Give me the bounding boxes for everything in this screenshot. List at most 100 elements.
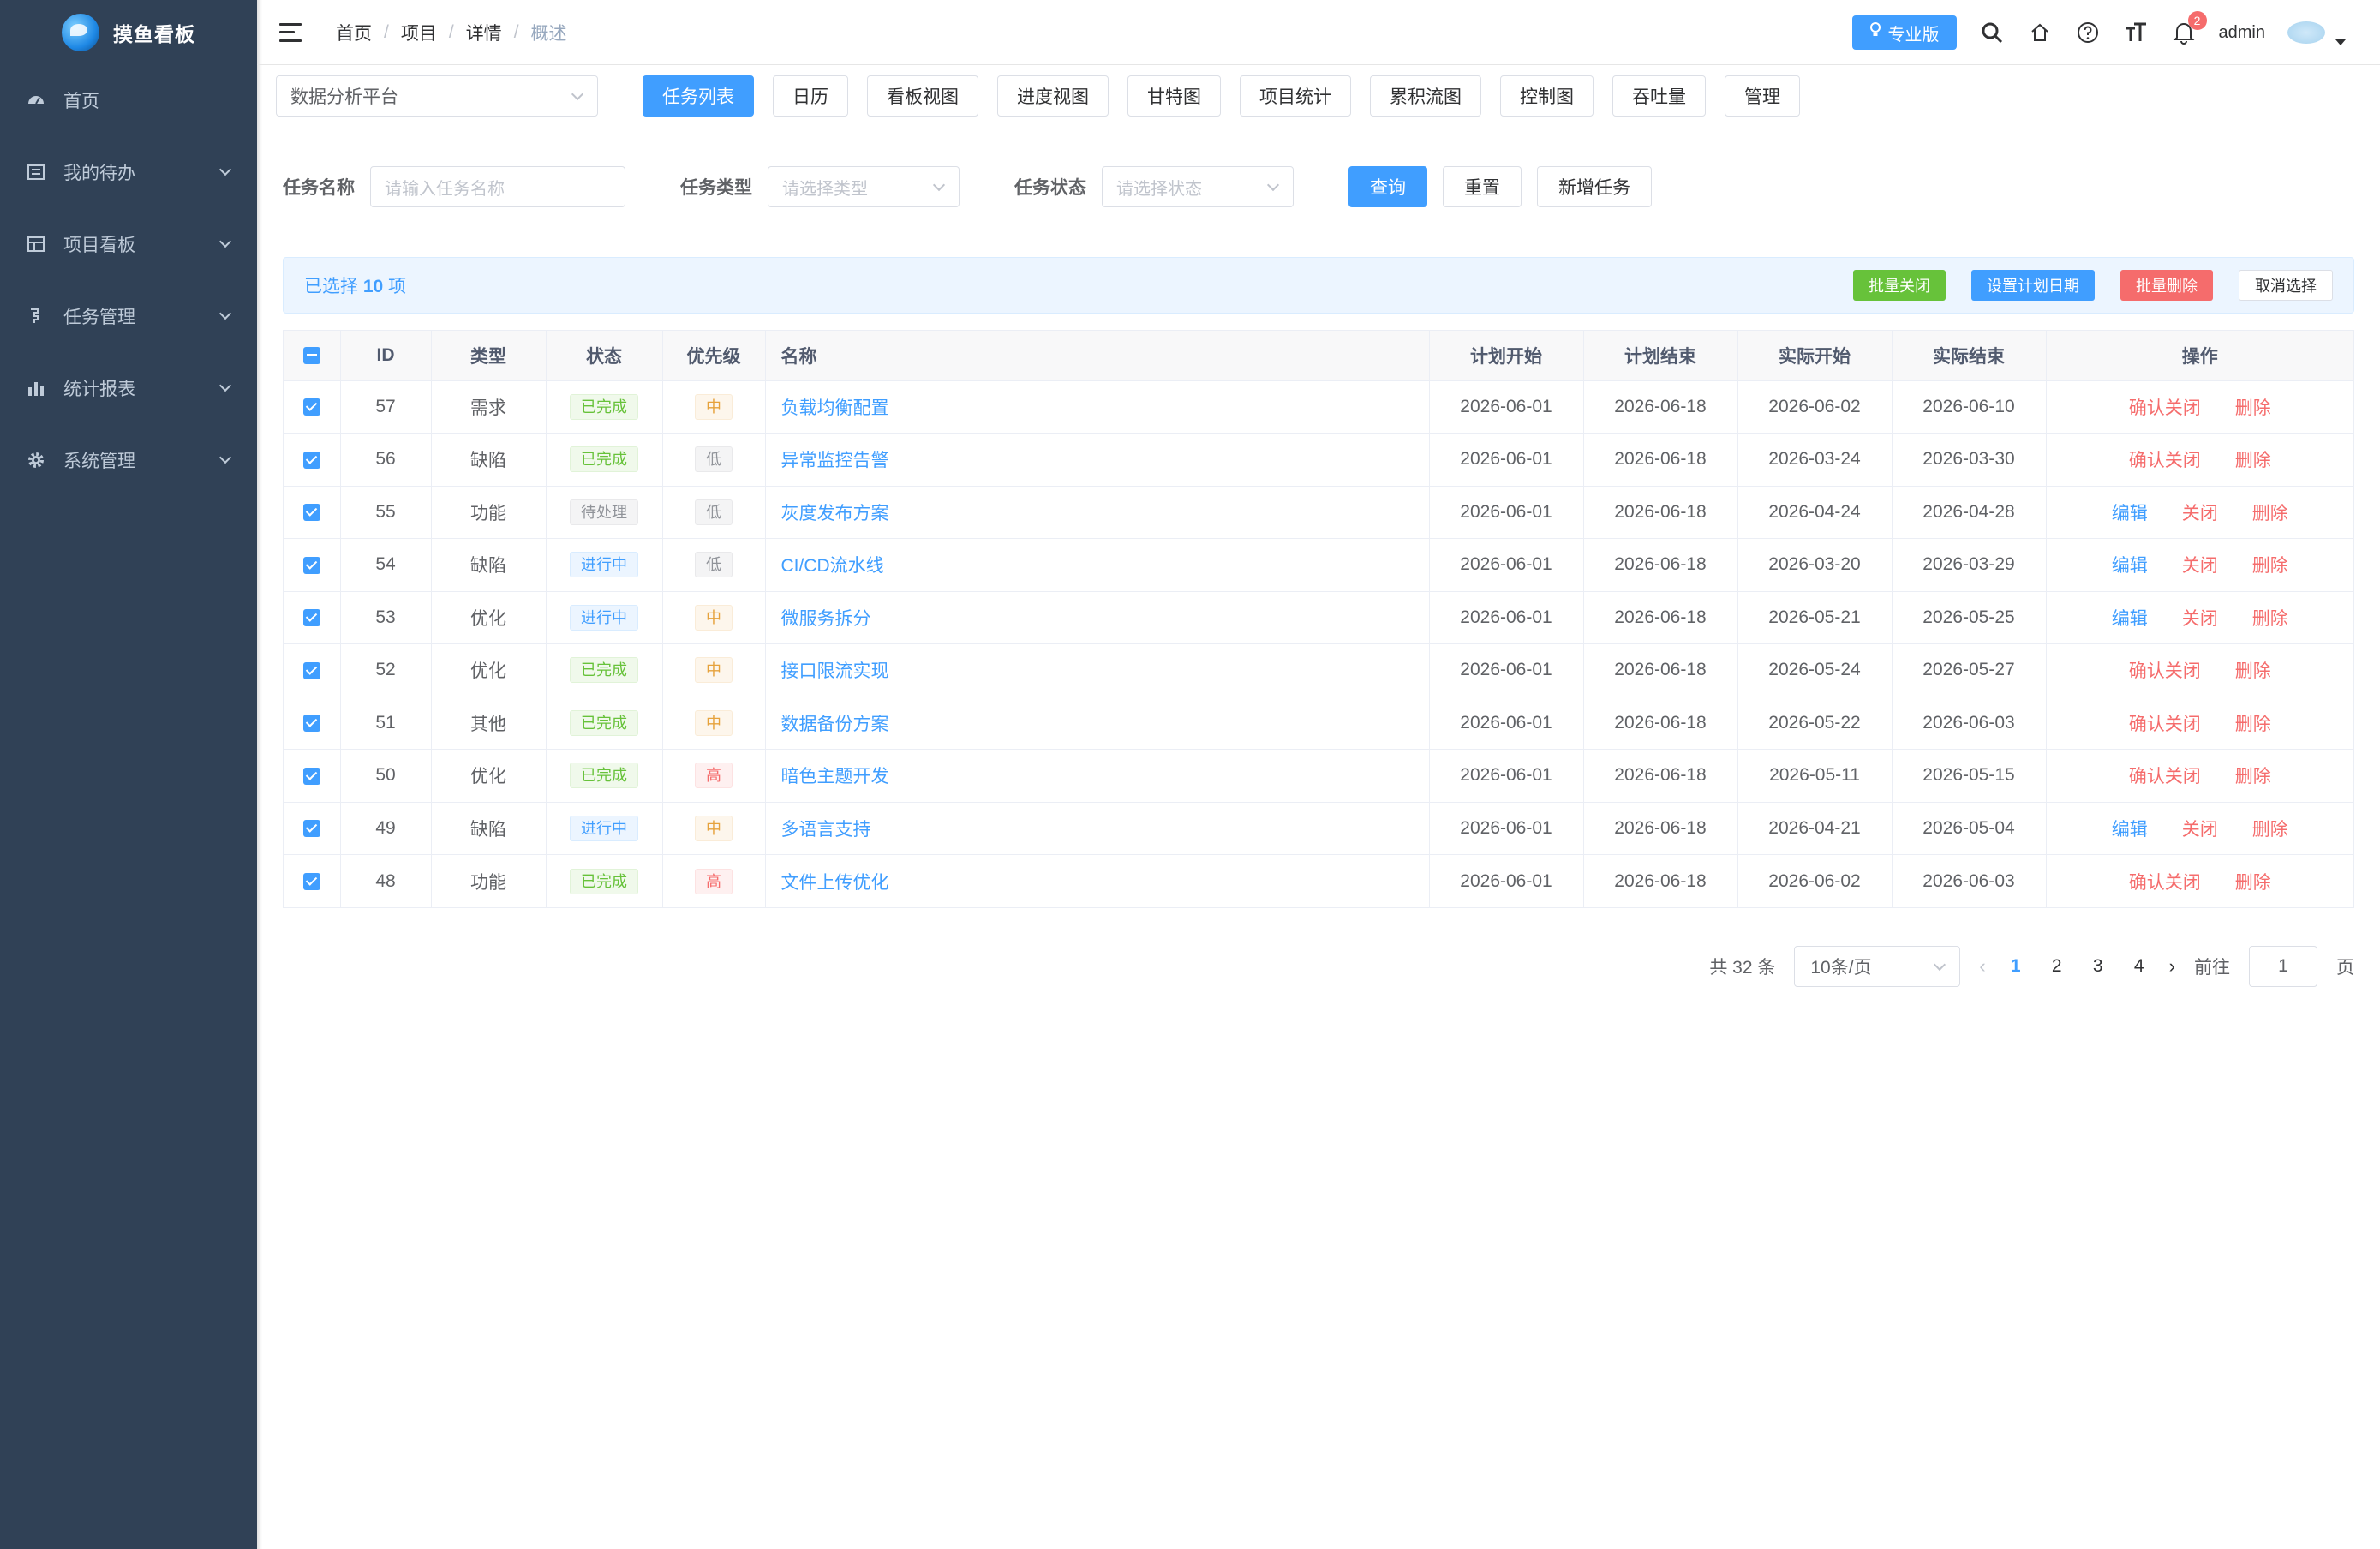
sidebar-item-tasks[interactable]: 任务管理 (0, 280, 257, 352)
tab-progress[interactable]: 进度视图 (997, 75, 1109, 117)
page-number[interactable]: 2 (2046, 956, 2068, 977)
prev-page-icon[interactable]: ‹ (1979, 955, 1985, 978)
batch-close-button[interactable]: 批量关闭 (1853, 270, 1946, 301)
row-action-danger[interactable]: 确认关闭 (2129, 763, 2201, 788)
row-action-danger[interactable]: 删除 (2235, 869, 2271, 894)
app-logo[interactable]: 摸鱼看板 (0, 0, 257, 64)
tab-manage[interactable]: 管理 (1725, 75, 1800, 117)
column-header[interactable]: 优先级 (662, 331, 766, 381)
task-name-link[interactable]: 文件上传优化 (781, 873, 889, 893)
task-name-link[interactable]: 灰度发布方案 (781, 504, 889, 523)
select-all-cell[interactable] (284, 331, 341, 381)
row-action-danger[interactable]: 删除 (2235, 763, 2271, 788)
row-select-cell[interactable] (284, 433, 341, 487)
tab-task-list[interactable]: 任务列表 (643, 75, 754, 117)
row-action-danger[interactable]: 确认关闭 (2129, 710, 2201, 736)
row-action-danger[interactable]: 删除 (2252, 816, 2288, 841)
table-row[interactable]: 56 缺陷 已完成低异常监控告警 2026-06-01 2026-06-18 2026-0… (284, 433, 2353, 487)
column-header[interactable]: 名称 (765, 331, 1430, 381)
row-action-edit[interactable]: 编辑 (2112, 499, 2148, 525)
row-checkbox[interactable] (302, 715, 320, 733)
tab-statistics[interactable]: 项目统计 (1240, 75, 1351, 117)
cancel-selection-button[interactable]: 取消选择 (2239, 270, 2333, 301)
row-action-danger[interactable]: 删除 (2235, 446, 2271, 472)
table-row[interactable]: 49 缺陷 进行中 中 多语言支持 2026-06-01 2026-06-18 2026-04… (284, 802, 2353, 855)
row-select-cell[interactable] (284, 802, 341, 855)
row-select-cell[interactable] (284, 749, 341, 803)
avatar[interactable] (2287, 21, 2325, 44)
row-checkbox[interactable] (302, 872, 320, 890)
row-action-danger[interactable]: 关闭 (2182, 499, 2218, 525)
set-plan-date-button[interactable]: 设置计划日期 (1971, 270, 2095, 301)
page-number[interactable]: 3 (2087, 956, 2109, 977)
bell-icon[interactable]: 2 (2171, 11, 2207, 45)
table-row[interactable]: 57 需求 已完成中负载均衡配置 2026-06-01 2026-06-18 2026-0… (284, 380, 2353, 434)
table-row[interactable]: 54 缺陷 进行中低 CI/CD流水线 2026-06-01 2026-06-18 2026… (284, 538, 2353, 592)
row-checkbox[interactable] (302, 556, 320, 574)
sidebar-item-reports[interactable]: 统计报表 (0, 352, 257, 424)
breadcrumb-home[interactable]: 首页 (336, 20, 372, 45)
row-action-edit[interactable]: 编辑 (2112, 605, 2148, 631)
sidebar-item-system[interactable]: 系统管理 (0, 424, 257, 496)
row-action-danger[interactable]: 关闭 (2182, 552, 2218, 577)
menu-toggle-icon[interactable] (279, 22, 302, 42)
row-action-danger[interactable]: 关闭 (2182, 605, 2218, 631)
column-header[interactable]: 计划开始 (1429, 331, 1584, 381)
row-action-danger[interactable]: 删除 (2235, 657, 2271, 683)
row-action-danger[interactable]: 关闭 (2182, 816, 2218, 841)
task-name-link[interactable]: 接口限流实现 (781, 661, 889, 681)
row-select-cell[interactable] (284, 854, 341, 907)
table-row[interactable]: 48 功能 已完成高文件上传优化 2026-06-01 2026-06-18 2026-0… (284, 854, 2353, 907)
reset-button[interactable]: 重置 (1443, 166, 1522, 207)
help-icon[interactable] (2075, 20, 2101, 45)
task-name-input[interactable]: 请输入任务名称 (370, 166, 625, 207)
page-size-select[interactable]: 10条/页 (1794, 946, 1961, 987)
column-header[interactable]: 类型 (431, 331, 547, 381)
caret-down-icon[interactable] (2335, 39, 2346, 45)
row-checkbox[interactable] (302, 504, 320, 522)
task-name-link[interactable]: 暗色主题开发 (781, 767, 889, 786)
tab-throughput[interactable]: 吞吐量 (1612, 75, 1706, 117)
row-select-cell[interactable] (284, 538, 341, 592)
table-row[interactable]: 53 优化 进行中中微服务拆分 2026-06-01 2026-06-18 2026-05… (284, 591, 2353, 644)
goto-page-input[interactable]: 1 (2249, 946, 2317, 987)
row-select-cell[interactable] (284, 380, 341, 434)
breadcrumb-project[interactable]: 项目 (401, 20, 437, 45)
task-name-link[interactable]: CI/CD流水线 (781, 556, 884, 576)
row-action-danger[interactable]: 删除 (2235, 394, 2271, 420)
row-checkbox[interactable] (302, 820, 320, 838)
select-all-checkbox[interactable] (302, 347, 320, 365)
column-header[interactable]: ID (340, 331, 432, 381)
tab-control-chart[interactable]: 控制图 (1500, 75, 1594, 117)
page-number[interactable]: 1 (2005, 956, 2027, 977)
task-name-link[interactable]: 负载均衡配置 (781, 398, 889, 418)
task-name-link[interactable]: 微服务拆分 (781, 609, 871, 629)
column-header[interactable]: 计划结束 (1583, 331, 1738, 381)
search-icon[interactable] (1979, 20, 2005, 45)
tab-gantt[interactable]: 甘特图 (1127, 75, 1221, 117)
sidebar-item-todo[interactable]: 我的待办 (0, 136, 257, 208)
row-action-danger[interactable]: 删除 (2235, 710, 2271, 736)
task-name-link[interactable]: 数据备份方案 (781, 715, 889, 734)
column-header[interactable]: 实际结束 (1892, 331, 2047, 381)
row-action-danger[interactable]: 确认关闭 (2129, 657, 2201, 683)
sidebar-item-home[interactable]: 首页 (0, 64, 257, 136)
row-checkbox[interactable] (302, 609, 320, 627)
row-action-edit[interactable]: 编辑 (2112, 552, 2148, 577)
row-checkbox[interactable] (302, 451, 320, 469)
home-icon[interactable] (2027, 20, 2053, 45)
row-select-cell[interactable] (284, 486, 341, 539)
row-checkbox[interactable] (302, 767, 320, 785)
query-button[interactable]: 查询 (1348, 166, 1427, 207)
next-page-icon[interactable]: › (2169, 955, 2175, 978)
row-action-danger[interactable]: 删除 (2252, 605, 2288, 631)
user-name[interactable]: admin (2219, 23, 2265, 43)
row-select-cell[interactable] (284, 591, 341, 644)
row-action-danger[interactable]: 确认关闭 (2129, 394, 2201, 420)
font-size-icon[interactable] (2123, 20, 2149, 45)
row-action-edit[interactable]: 编辑 (2112, 816, 2148, 841)
tab-cumulative-flow[interactable]: 累积流图 (1370, 75, 1481, 117)
task-type-select[interactable]: 请选择类型 (768, 166, 960, 207)
tab-kanban[interactable]: 看板视图 (867, 75, 978, 117)
row-select-cell[interactable] (284, 697, 341, 750)
